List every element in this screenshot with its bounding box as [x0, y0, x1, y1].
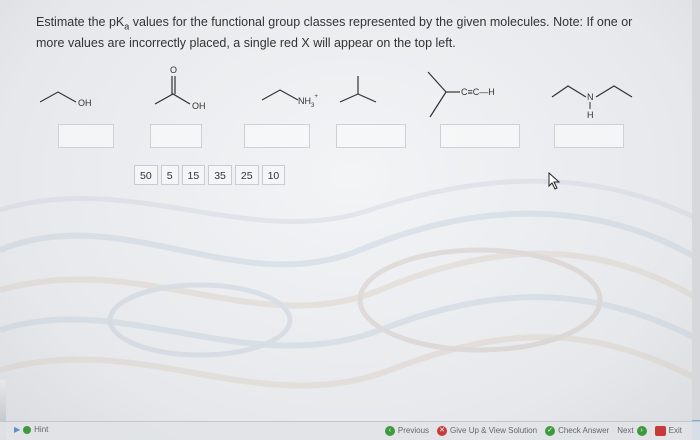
molecule-diethylamine: N H [551, 85, 633, 120]
drop-zone-isobutane[interactable] [336, 124, 406, 148]
drop-zone-ethanol[interactable] [58, 124, 114, 148]
previous-button[interactable]: ‹ Previous [384, 424, 430, 437]
drop-zone-acetic-acid[interactable] [150, 124, 202, 148]
play-arrow-icon: ▶ [14, 425, 21, 434]
pka-choice-5[interactable]: 5 [160, 165, 179, 185]
previous-label: Previous [397, 426, 430, 435]
next-label: Next [617, 426, 634, 435]
molecule-ethylammonium: NH3+ [261, 89, 318, 109]
scrollbar[interactable] [692, 0, 700, 440]
molecule-isobutane [339, 76, 377, 103]
footer-bar: ▶ Hint ‹ Previous ✕ Give Up & View Solut… [0, 421, 700, 440]
alkyne-label: C≡C—H [461, 87, 495, 97]
give-up-label: Give Up & View Solution [450, 426, 538, 435]
pka-choice-10[interactable]: 10 [261, 165, 286, 185]
molecule-ethanol: OH [40, 91, 92, 108]
pka-choices: 50 5 15 35 25 10 [134, 165, 286, 187]
mouse-pointer-icon [548, 172, 561, 190]
pka-choice-50[interactable]: 50 [134, 165, 158, 185]
check-answer-button[interactable]: ✓ Check Answer [545, 424, 609, 437]
next-arrow-icon: › [636, 425, 647, 436]
drop-zone-ethylammonium[interactable] [244, 124, 310, 148]
molecule-row: OH O OH NH3+ C≡C—H N H [40, 65, 633, 120]
next-button[interactable]: Next › [617, 424, 647, 437]
exit-door-icon [654, 425, 666, 436]
pka-choice-25[interactable]: 25 [234, 165, 259, 185]
screen: Estimate the pKa values for the function… [0, 0, 700, 440]
drop-zone-alkyne[interactable] [440, 124, 520, 148]
molecule-alkyne: C≡C—H [427, 71, 495, 118]
hint-icon [23, 425, 32, 434]
exit-label: Exit [668, 426, 682, 435]
previous-arrow-icon: ‹ [384, 425, 395, 436]
instructions-text-cont: values for the functional group classes … [129, 15, 633, 29]
instructions-text: Estimate the pK [36, 15, 125, 29]
exit-button[interactable]: Exit [654, 424, 682, 437]
pka-choice-15[interactable]: 15 [181, 165, 206, 185]
give-up-button[interactable]: ✕ Give Up & View Solution [437, 424, 537, 437]
amine-h-label: H [587, 110, 594, 120]
amine-n-label: N [587, 92, 594, 102]
hint-label: Hint [34, 425, 49, 434]
molecule-acetic-acid: O OH [154, 65, 206, 111]
nav-buttons: ‹ Previous ✕ Give Up & View Solution ✓ C… [384, 424, 682, 437]
give-up-x-icon: ✕ [437, 425, 448, 436]
hint-button[interactable]: ▶ Hint [14, 425, 48, 434]
drop-zone-diethylamine[interactable] [554, 124, 624, 148]
acetic-acid-o-label: O [170, 65, 177, 75]
instructions: Estimate the pKa values for the function… [36, 14, 676, 51]
ammonium-label: NH3+ [298, 94, 318, 109]
check-answer-label: Check Answer [558, 426, 610, 435]
pka-choice-35[interactable]: 35 [208, 165, 232, 185]
instructions-line-2: more values are incorrectly placed, a si… [36, 35, 456, 50]
ethanol-oh-label: OH [78, 98, 92, 108]
check-mark-icon: ✓ [545, 425, 556, 436]
acetic-acid-oh-label: OH [192, 101, 206, 111]
